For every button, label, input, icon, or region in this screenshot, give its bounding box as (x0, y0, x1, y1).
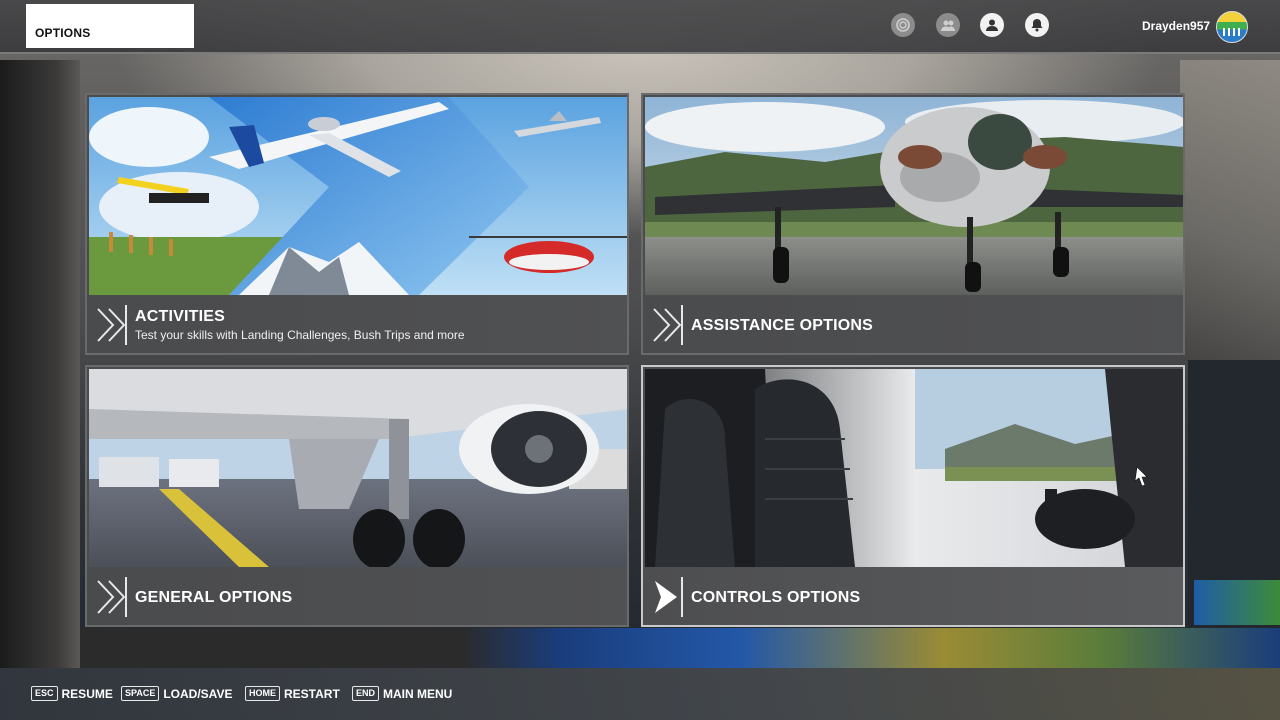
activity-icon[interactable] (891, 13, 915, 37)
tile-controls-options[interactable]: CONTROLS OPTIONS (641, 365, 1185, 627)
page-title-box: OPTIONS (26, 4, 194, 48)
hint-label: MAIN MENU (383, 686, 453, 701)
general-image (89, 369, 627, 567)
controls-image (645, 369, 1183, 567)
tile-activities[interactable]: ACTIVITIES Test your skills with Landing… (85, 93, 629, 355)
activities-image (89, 97, 627, 295)
tile-label-bar: ASSISTANCE OPTIONS (643, 295, 1183, 353)
top-bar: OPTIONS Drayden957 (0, 0, 1280, 54)
tile-label-bar: GENERAL OPTIONS (87, 567, 627, 625)
tile-label-bar: ACTIVITIES Test your skills with Landing… (87, 295, 627, 353)
key-space: SPACE (121, 686, 160, 701)
tile-subtitle: Test your skills with Landing Challenges… (135, 328, 465, 342)
chevron-right-icon (97, 580, 126, 614)
tile-divider (681, 577, 683, 617)
chevron-right-icon (653, 308, 682, 342)
page-title: OPTIONS (35, 26, 91, 40)
key-end: END (352, 686, 380, 701)
profile-icon[interactable] (980, 13, 1004, 37)
notifications-icon[interactable] (1025, 13, 1049, 37)
tile-label-bar: CONTROLS OPTIONS (643, 567, 1183, 625)
hint-load-save[interactable]: SPACE LOAD/SAVE (121, 686, 232, 701)
avatar[interactable] (1216, 11, 1248, 43)
tile-title: CONTROLS OPTIONS (691, 589, 861, 606)
chevron-right-icon (655, 581, 677, 613)
tile-divider (125, 305, 127, 345)
tile-title: ACTIVITIES (135, 308, 226, 325)
tile-divider (681, 305, 683, 345)
tile-divider (125, 577, 127, 617)
cockpit-panel-right (1188, 360, 1280, 630)
friends-icon[interactable] (936, 13, 960, 37)
username: Drayden957 (1142, 19, 1211, 33)
hint-label: LOAD/SAVE (163, 686, 233, 701)
bottom-bar: ESC RESUME SPACE LOAD/SAVE HOME RESTART … (0, 668, 1280, 720)
instrument-panel (80, 628, 1280, 668)
tile-title: ASSISTANCE OPTIONS (691, 317, 873, 334)
hint-label: RESTART (284, 686, 340, 701)
chevron-right-icon (97, 308, 126, 342)
cockpit-strut-right (1180, 60, 1280, 360)
hint-main-menu[interactable]: END MAIN MENU (352, 686, 452, 701)
hint-label: RESUME (61, 686, 113, 701)
hint-resume[interactable]: ESC RESUME (31, 686, 113, 701)
key-home: HOME (245, 686, 280, 701)
tile-title: GENERAL OPTIONS (135, 589, 293, 606)
cockpit-strut-left (0, 60, 80, 670)
tile-assistance-options[interactable]: ASSISTANCE OPTIONS (641, 93, 1185, 355)
key-esc: ESC (31, 686, 58, 701)
hint-restart[interactable]: HOME RESTART (245, 686, 340, 701)
tile-general-options[interactable]: GENERAL OPTIONS (85, 365, 629, 627)
assistance-image (645, 97, 1183, 295)
